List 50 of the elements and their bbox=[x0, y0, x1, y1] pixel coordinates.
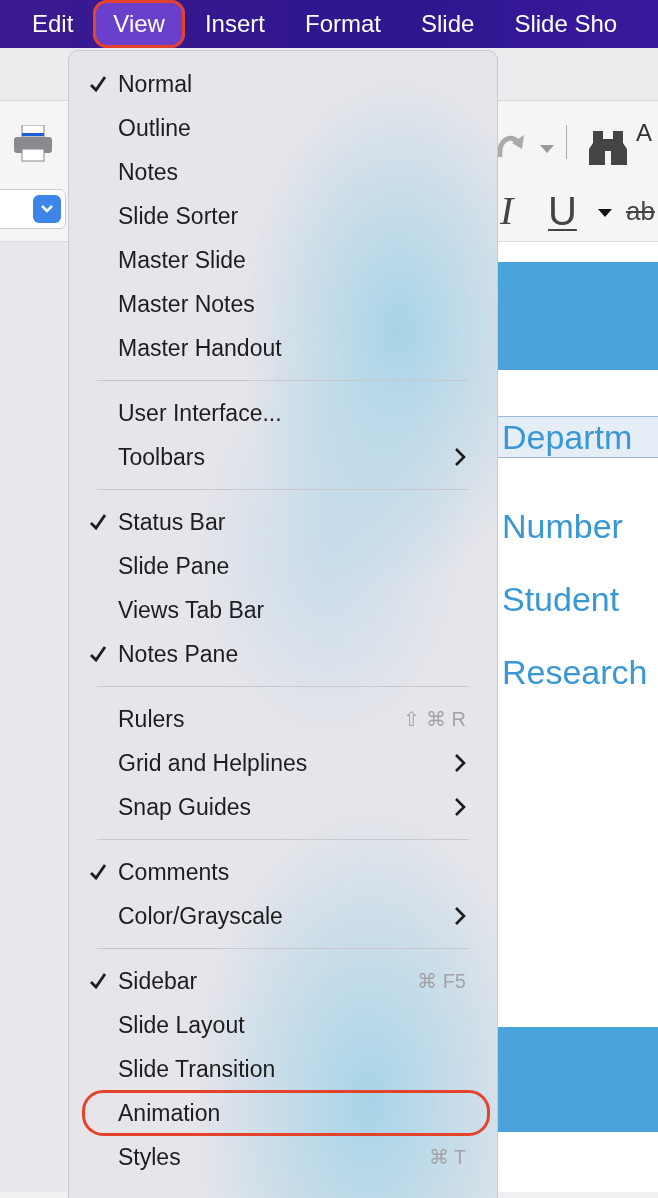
font-letter: A bbox=[636, 119, 652, 147]
menu-bar-item[interactable]: Edit bbox=[12, 0, 94, 48]
slide-text: Number bbox=[501, 506, 624, 547]
menu-item[interactable]: Grid and Helplines bbox=[83, 741, 489, 785]
slide-text: Departm bbox=[498, 416, 658, 458]
menu-item[interactable]: Styles ⌘ T bbox=[83, 1135, 489, 1179]
checkmark-icon bbox=[89, 645, 107, 663]
italic-button[interactable]: I bbox=[500, 189, 514, 233]
checkmark-icon bbox=[89, 513, 107, 531]
chevron-down-icon bbox=[40, 204, 54, 214]
menu-bar-item[interactable]: Slide bbox=[401, 0, 495, 48]
menu-bar-item[interactable]: Insert bbox=[184, 0, 285, 48]
menu-item[interactable]: Notes bbox=[83, 150, 489, 194]
menu-item[interactable]: Slide Transition bbox=[83, 1047, 489, 1091]
shortcut-label: ⌘ T bbox=[428, 1145, 466, 1169]
menu-item[interactable]: Rulers ⇧ ⌘ R bbox=[83, 697, 489, 741]
menu-item[interactable]: Sidebar ⌘ F5 bbox=[83, 959, 489, 1003]
menu-item[interactable]: Views Tab Bar bbox=[83, 588, 489, 632]
checkmark-icon bbox=[89, 863, 107, 881]
menu-item[interactable]: Color/Grayscale bbox=[83, 894, 489, 938]
menu-item[interactable]: Status Bar bbox=[83, 500, 489, 544]
menu-bar-item[interactable]: Slide Sho bbox=[494, 0, 638, 48]
menu-item[interactable]: Slide Sorter bbox=[83, 194, 489, 238]
dropdown-field[interactable] bbox=[0, 189, 66, 229]
checkmark-icon bbox=[89, 972, 107, 990]
menu-item[interactable]: Slide Layout bbox=[83, 1003, 489, 1047]
slide-text: Research bbox=[501, 652, 649, 693]
binoculars-icon[interactable] bbox=[589, 131, 627, 165]
menu-bar-item[interactable]: View bbox=[93, 0, 185, 48]
menu-item[interactable]: User Interface... bbox=[83, 391, 489, 435]
menu-item[interactable]: Notes Pane bbox=[83, 632, 489, 676]
menu-bar-item[interactable]: Format bbox=[285, 0, 401, 48]
printer-icon[interactable] bbox=[12, 125, 54, 163]
menu-item[interactable]: Snap Guides bbox=[83, 785, 489, 829]
menu-item[interactable]: Normal bbox=[83, 62, 489, 106]
menu-item[interactable]: Animation bbox=[83, 1091, 489, 1135]
checkmark-icon bbox=[89, 75, 107, 93]
caret-icon[interactable] bbox=[598, 209, 612, 217]
menu-item[interactable]: Outline bbox=[83, 106, 489, 150]
shortcut-label: ⇧ ⌘ R bbox=[403, 707, 466, 731]
menu-item[interactable]: Comments bbox=[83, 850, 489, 894]
underline-button[interactable]: U bbox=[548, 189, 577, 233]
menu-item[interactable]: Master Notes bbox=[83, 282, 489, 326]
slide-text: Student bbox=[501, 579, 621, 620]
menu-item[interactable]: Master Slide bbox=[83, 238, 489, 282]
menu-item[interactable]: Master Handout bbox=[83, 326, 489, 370]
menu-item[interactable]: Slide Pane bbox=[83, 544, 489, 588]
menu-item[interactable]: Toolbars bbox=[83, 435, 489, 479]
shortcut-label: ⌘ F5 bbox=[417, 969, 466, 993]
strikethrough-button[interactable]: ab bbox=[626, 189, 655, 233]
